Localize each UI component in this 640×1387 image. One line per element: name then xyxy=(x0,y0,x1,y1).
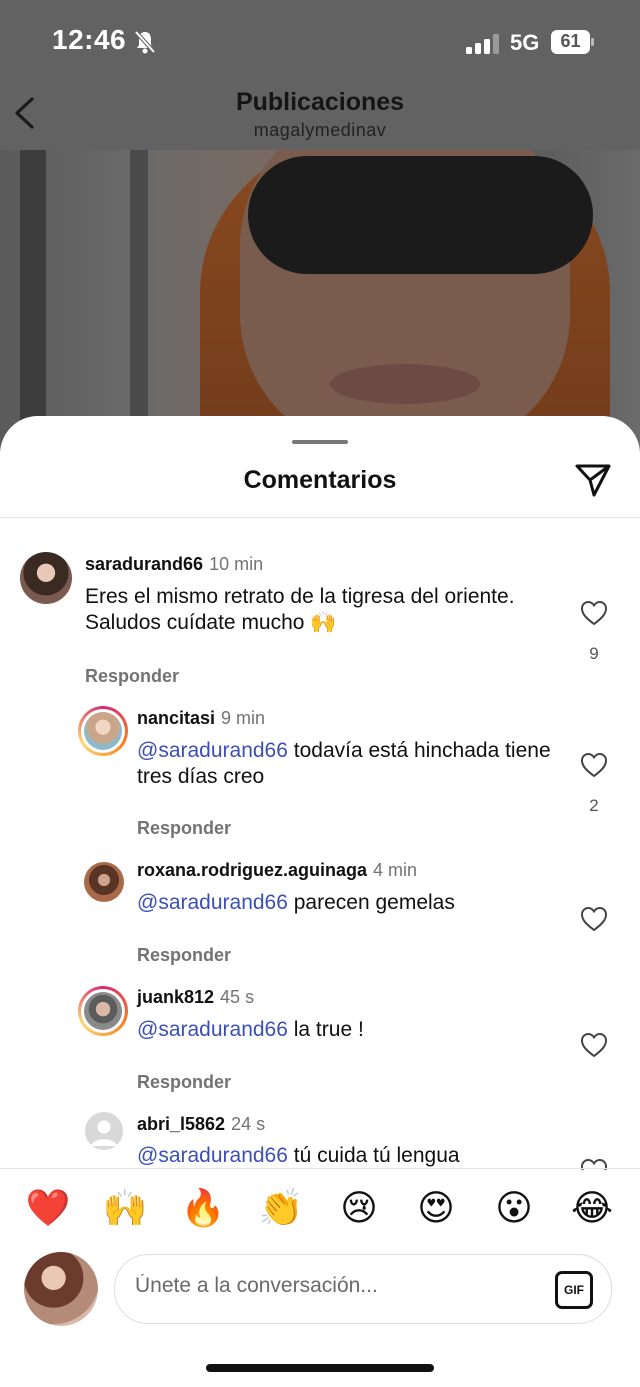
like-count: 9 xyxy=(589,644,599,663)
comment-text: @saradurand66 todavía está hinchada tien… xyxy=(137,738,557,790)
page-title: Publicaciones xyxy=(235,88,405,116)
status-time: 12:46 xyxy=(52,24,127,55)
send-icon[interactable] xyxy=(574,462,612,498)
comment-age: 24 s xyxy=(231,1114,266,1134)
comment-username[interactable]: juank812 45 s xyxy=(137,987,254,1008)
page-subtitle: magalymedinav xyxy=(253,120,387,140)
avatar xyxy=(84,992,122,1030)
emoji-bar: ❤️ 🙌 🔥 👏 😢 😍 😮 😂 xyxy=(0,1168,640,1249)
comment-age: 4 min xyxy=(373,860,418,880)
sheet-title: Comentarios xyxy=(243,466,397,494)
comment-body: Eres el mismo retrato de la tigresa del … xyxy=(85,585,515,634)
username[interactable]: juank812 xyxy=(137,987,214,1007)
comment-composer[interactable]: GIF xyxy=(114,1254,612,1324)
comment-username[interactable]: saradurand66 10 min xyxy=(85,554,263,575)
comment-body: la true ! xyxy=(287,1018,364,1041)
mention-link[interactable]: @saradurand66 xyxy=(137,1144,288,1167)
emoji-heart[interactable]: ❤️ xyxy=(24,1185,72,1233)
comment-username[interactable]: roxana.rodriguez.aguinaga 4 min xyxy=(137,860,417,881)
username[interactable]: saradurand66 xyxy=(85,554,203,574)
drag-handle[interactable] xyxy=(292,440,348,444)
current-user-avatar xyxy=(24,1252,98,1326)
comment-text: @saradurand66 tú cuida tú lengua xyxy=(137,1143,557,1169)
story-ring[interactable] xyxy=(78,986,128,1036)
username[interactable]: abri_l5862 xyxy=(137,1114,225,1134)
signal-icon xyxy=(466,34,499,54)
post-photo[interactable] xyxy=(0,150,640,450)
comments-list[interactable]: saradurand66 10 min Eres el mismo retrato… xyxy=(0,518,640,1170)
emoji-clap[interactable]: 👏 xyxy=(257,1185,305,1233)
default-avatar[interactable] xyxy=(85,1112,123,1150)
reply-button[interactable]: Responder xyxy=(137,945,231,966)
heart-icon[interactable] xyxy=(580,1032,608,1058)
status-bar: 12:46 5G 61 xyxy=(0,0,640,86)
username[interactable]: nancitasi xyxy=(137,708,215,728)
username[interactable]: roxana.rodriguez.aguinaga xyxy=(137,860,367,880)
avatar[interactable] xyxy=(20,552,72,604)
comment-age: 9 min xyxy=(221,708,266,728)
reply-button[interactable]: Responder xyxy=(137,818,231,839)
top-bar: 12:46 5G 61 Publicaciones magalymedinav xyxy=(0,0,640,150)
heart-icon[interactable] xyxy=(580,906,608,932)
emoji-laughing[interactable]: 😂 xyxy=(568,1185,616,1233)
battery-level: 61 xyxy=(560,31,581,51)
like-count: 2 xyxy=(589,796,599,815)
mention-link[interactable]: @saradurand66 xyxy=(137,739,288,762)
comment-text: @saradurand66 parecen gemelas xyxy=(137,890,557,916)
avatar xyxy=(84,712,122,750)
emoji-raising-hands[interactable]: 🙌 xyxy=(101,1185,149,1233)
heart-icon[interactable] xyxy=(580,752,608,778)
comment-body: tú cuida tú lengua xyxy=(287,1144,460,1167)
emoji-heart-eyes[interactable]: 😍 xyxy=(412,1185,460,1233)
lips xyxy=(330,364,480,404)
gif-button[interactable]: GIF xyxy=(555,1271,593,1309)
person-icon xyxy=(91,1120,117,1146)
background-pole xyxy=(130,150,148,450)
story-ring[interactable] xyxy=(78,706,128,756)
muted-bell-icon xyxy=(134,30,156,54)
header: Publicaciones magalymedinav xyxy=(0,86,640,150)
emoji-surprised[interactable]: 😮 xyxy=(490,1185,538,1233)
emoji-crying[interactable]: 😢 xyxy=(335,1185,383,1233)
comment-username[interactable]: abri_l5862 24 s xyxy=(137,1114,265,1135)
reply-button[interactable]: Responder xyxy=(137,1072,231,1093)
avatar[interactable] xyxy=(84,862,124,902)
sunglasses xyxy=(248,156,593,274)
home-indicator[interactable] xyxy=(206,1364,434,1372)
comment-age: 45 s xyxy=(220,987,255,1007)
comment-input[interactable] xyxy=(133,1273,537,1299)
emoji-fire[interactable]: 🔥 xyxy=(179,1185,227,1233)
heart-icon[interactable] xyxy=(580,600,608,626)
comment-text: Eres el mismo retrato de la tigresa del … xyxy=(85,584,525,636)
background-pole xyxy=(20,150,46,450)
mention-link[interactable]: @saradurand66 xyxy=(137,891,288,914)
network-type: 5G xyxy=(510,30,540,55)
mention-link[interactable]: @saradurand66 xyxy=(137,1018,288,1041)
comment-text: @saradurand66 la true ! xyxy=(137,1017,557,1043)
comment-age: 10 min xyxy=(209,554,264,574)
battery-icon: 61 xyxy=(551,30,595,54)
reply-button[interactable]: Responder xyxy=(85,666,179,687)
comment-username[interactable]: nancitasi 9 min xyxy=(137,708,265,729)
comment-body: parecen gemelas xyxy=(287,891,455,914)
